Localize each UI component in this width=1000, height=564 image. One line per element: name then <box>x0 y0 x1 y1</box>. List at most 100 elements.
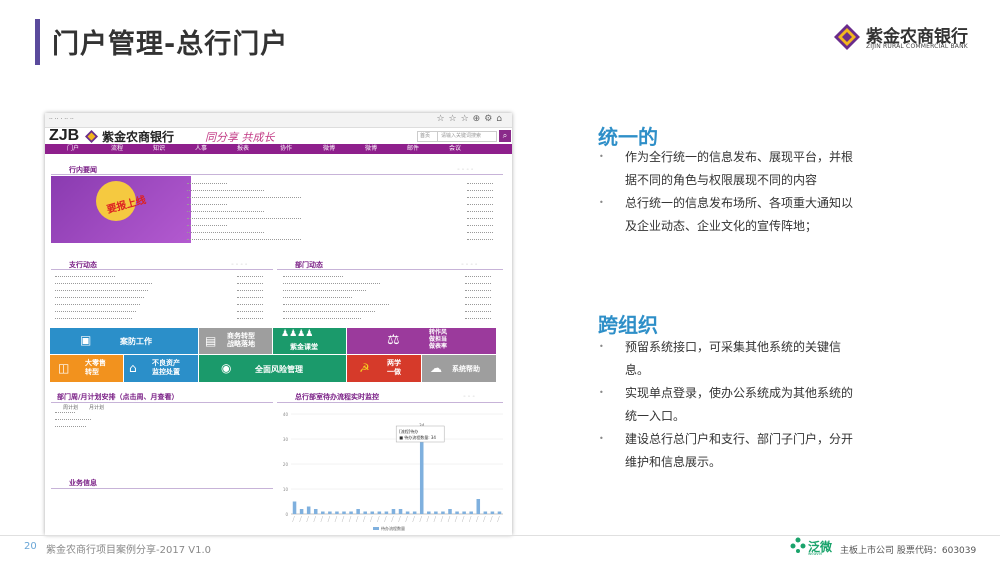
tile-work-style[interactable]: ⚖ 转作风 做担当 做表率 <box>347 328 496 354</box>
x-tick-label <box>384 515 387 523</box>
bullet-dot: • <box>599 152 604 161</box>
list-item[interactable] <box>55 290 148 291</box>
list-item[interactable] <box>283 297 352 298</box>
chart-bar <box>434 511 438 514</box>
browser-icons[interactable]: ☆☆☆⊕⚙⌂ <box>436 114 506 124</box>
tab-month-plan[interactable]: 月计划 <box>89 404 104 411</box>
list-item[interactable] <box>187 183 227 184</box>
tab-week-plan[interactable]: 周计划 <box>63 404 78 411</box>
vendor-listing: 主板上市公司 股票代码：603039 <box>840 546 977 556</box>
legend-label: 待办流程数量 <box>381 525 405 531</box>
list-item[interactable] <box>283 290 366 291</box>
list-item[interactable] <box>55 276 115 277</box>
chart-bar <box>349 511 353 514</box>
tile-bad-assets[interactable]: ⌂ 不良资产 监控处置 <box>124 355 198 382</box>
more-link[interactable]: ◦ ◦ ◦ <box>463 394 475 400</box>
more-link[interactable]: ◦ ◦ ◦ ◦ <box>457 167 474 173</box>
search-icon[interactable]: ⌕ <box>499 130 511 142</box>
x-tick-label <box>419 515 422 523</box>
section-title-flow: 总行部室待办流程实时监控 <box>295 393 379 401</box>
list-item[interactable] <box>283 311 375 312</box>
browser-tab[interactable]: ·· ·· · ·· ·· <box>49 116 74 123</box>
slide-title: 门户管理-总行门户 <box>52 29 289 60</box>
list-item[interactable] <box>187 197 301 198</box>
news-banner[interactable]: 要报上线 <box>51 176 191 243</box>
nav-item[interactable]: 流程 <box>111 144 123 154</box>
search-input[interactable]: 首页 请输入关键词搜索 <box>417 131 497 142</box>
list-item-date <box>237 311 263 312</box>
section-divider <box>277 269 503 270</box>
chart-bar <box>377 511 382 514</box>
x-tick-label <box>461 515 465 523</box>
x-tick-label <box>447 515 451 523</box>
list-item-date <box>237 304 263 305</box>
list-item[interactable] <box>187 190 264 191</box>
nav-item[interactable]: 微博 <box>365 144 377 154</box>
scales-icon: ⚖ <box>387 332 400 348</box>
x-tick-label <box>292 515 295 523</box>
section-title-business: 业务信息 <box>69 479 97 487</box>
list-item[interactable] <box>55 311 136 312</box>
x-tick-label <box>341 515 345 523</box>
search-scope-select[interactable]: 首页 <box>418 132 438 141</box>
list-item[interactable] <box>283 276 343 277</box>
list-item[interactable] <box>187 204 227 205</box>
nav-item[interactable]: 门户 <box>67 144 79 154</box>
list-item[interactable] <box>187 239 301 240</box>
nav-item[interactable]: 邮件 <box>407 144 419 154</box>
nav-item[interactable]: 会议 <box>449 144 461 154</box>
bullet-dot: • <box>599 198 604 207</box>
tile-risk-management[interactable]: ◉ 全面风险管理 <box>199 355 346 382</box>
list-item[interactable] <box>283 304 389 305</box>
nav-item[interactable]: 报表 <box>237 144 249 154</box>
tile-business-transform[interactable]: ▤ 商务转型 战略落地 <box>199 328 272 354</box>
chart-bar <box>462 511 466 514</box>
list-item[interactable] <box>187 232 264 233</box>
list-item-date <box>237 276 263 277</box>
section-divider <box>277 402 503 403</box>
tile-case-prevention[interactable]: ▣ 案防工作 <box>50 328 198 354</box>
tile-retail-transform[interactable]: ◫ 大零售 转型 <box>50 355 123 382</box>
tile-label: 商务转型 战略落地 <box>227 332 255 348</box>
x-tick-label <box>313 515 316 523</box>
tile-two-studies[interactable]: ☭ 两学 一做 <box>347 355 421 382</box>
tile-label: 案防工作 <box>120 337 152 346</box>
chart-bar <box>455 511 459 514</box>
more-link[interactable]: ◦ ◦ ◦ ◦ <box>231 262 248 268</box>
list-item[interactable] <box>187 211 264 212</box>
nav-item[interactable]: 协作 <box>280 144 292 154</box>
chart-bar <box>292 501 297 514</box>
tile-system-help[interactable]: ☁ 系统帮助 <box>422 355 496 382</box>
list-item[interactable] <box>187 218 301 219</box>
list-item[interactable] <box>55 412 75 413</box>
more-link[interactable]: ◦ ◦ ◦ ◦ <box>461 262 478 268</box>
list-item[interactable] <box>187 225 227 226</box>
list-item-date <box>465 276 491 277</box>
chart-bar <box>405 511 410 514</box>
list-item[interactable] <box>55 304 140 305</box>
list-item-date <box>237 283 263 284</box>
tile-zijin-classroom[interactable]: ♟♟♟♟ 紫金课堂 <box>273 328 346 354</box>
brand-english: ZIJIN RURAL COMMERCIAL BANK <box>866 43 968 50</box>
legend-swatch <box>373 527 379 530</box>
nav-item[interactable]: 人事 <box>195 144 207 154</box>
nav-item[interactable]: 微博 <box>323 144 335 154</box>
tile-label: 大零售 转型 <box>85 359 106 376</box>
heading-cross-org: 跨组织 <box>598 313 658 337</box>
list-item[interactable] <box>283 283 380 284</box>
x-tick-label <box>476 515 479 523</box>
tile-label: 系统帮助 <box>452 365 480 373</box>
list-item[interactable] <box>55 426 86 427</box>
chart-bar <box>497 511 502 514</box>
nav-item[interactable]: 知识 <box>153 144 165 154</box>
list-item[interactable] <box>283 318 361 319</box>
list-item[interactable] <box>55 283 152 284</box>
list-item[interactable] <box>55 419 91 420</box>
x-tick-label <box>490 515 493 523</box>
list-item[interactable] <box>55 297 144 298</box>
list-item-date <box>467 211 493 212</box>
list-item-date <box>467 232 493 233</box>
chart-bar <box>391 509 396 514</box>
list-item[interactable] <box>55 318 132 319</box>
x-tick-label <box>362 515 366 523</box>
